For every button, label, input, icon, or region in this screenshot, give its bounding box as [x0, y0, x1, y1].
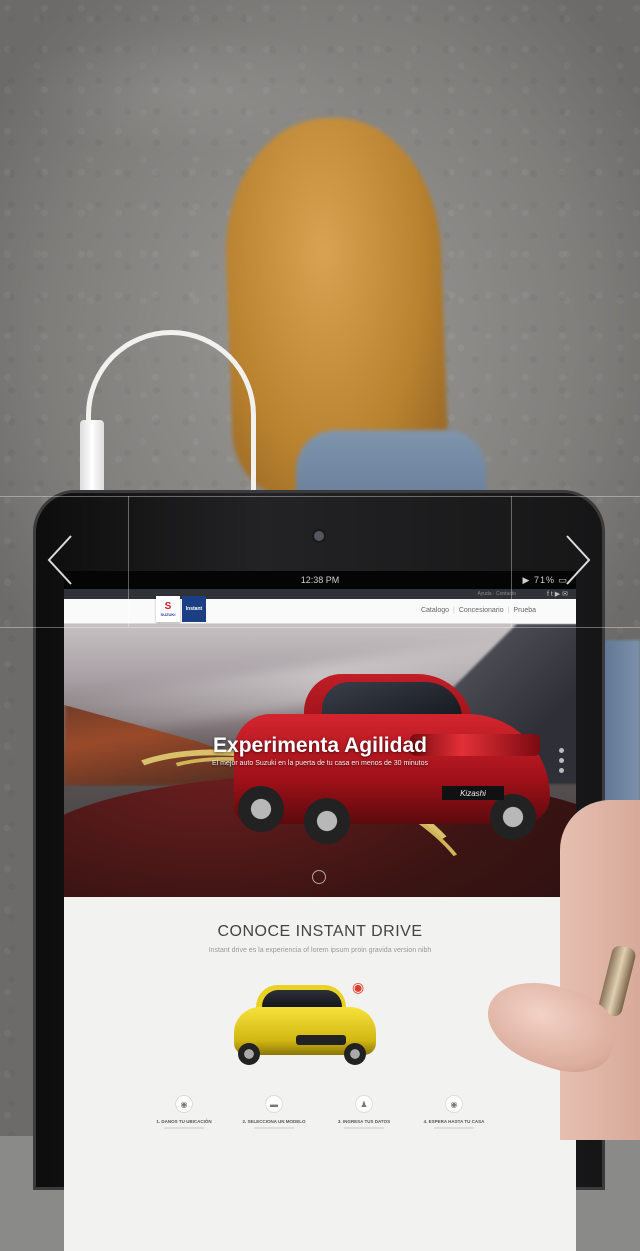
steps-row: ◉ 1. Danos tu ubicación ▬ 2. Selecciona …: [144, 1095, 494, 1129]
car-wheel: [238, 786, 284, 832]
headphone-plug: [80, 420, 104, 498]
step-label: 4. Espera hasta tu casa: [423, 1119, 485, 1124]
step-item: ♟ 3. Ingresa tus datos: [324, 1095, 404, 1129]
car-wheel: [490, 794, 536, 840]
nav-item-prueba[interactable]: Prueba: [513, 607, 536, 614]
site-top-strip: Ayuda · Contacto f t ▶ ✉: [64, 589, 576, 599]
guide-line: [511, 496, 512, 627]
status-bar: 12:38 PM ▶ 71% ▭: [64, 571, 576, 589]
guide-line: [128, 496, 129, 627]
suzuki-logo-text: SUZUKI: [160, 611, 176, 617]
nav-links: Catalogo | Concesionario | Prueba: [421, 607, 536, 614]
tablet-screen: 12:38 PM ▶ 71% ▭ Ayuda · Contacto f t ▶ …: [64, 571, 576, 1251]
guide-line: [0, 496, 640, 497]
yellow-car-image: [234, 985, 376, 1065]
section-subtitle: Instant drive es la experiencia of lorem…: [208, 947, 432, 954]
tablet-device: 12:38 PM ▶ 71% ▭ Ayuda · Contacto f t ▶ …: [33, 490, 605, 1251]
user-icon: ♟: [355, 1095, 373, 1113]
nav-separator: |: [507, 607, 510, 614]
step-item: ▬ 2. Selecciona un modelo: [234, 1095, 314, 1129]
car-plate: Kizashi: [442, 786, 504, 800]
slider-dot[interactable]: [559, 768, 564, 773]
suzuki-s-icon: S: [164, 600, 172, 612]
scroll-down-icon[interactable]: [312, 870, 326, 884]
nav-separator: |: [453, 607, 455, 614]
nav-item-concesionario[interactable]: Concesionario: [459, 607, 504, 614]
chevron-right-icon[interactable]: [558, 527, 598, 593]
step-divider: [434, 1127, 474, 1129]
car-wheel: [238, 1043, 260, 1065]
step-item: ◉ 1. Danos tu ubicación: [144, 1095, 224, 1129]
instant-logo[interactable]: Instant: [182, 596, 206, 622]
hero-title: Experimenta Agilidad: [213, 734, 427, 757]
instant-drive-section: CONOCE INSTANT DRIVE Instant drive es la…: [64, 897, 576, 1129]
section-title: CONOCE INSTANT DRIVE: [217, 923, 423, 940]
car-wheel: [304, 798, 350, 844]
slider-dot[interactable]: [559, 758, 564, 763]
hero-subtitle: El mejor auto Suzuki en la puerta de tu …: [212, 760, 428, 767]
site-navigation: S SUZUKI Instant Catalogo | Concesionari…: [64, 596, 576, 624]
slider-dot[interactable]: [559, 748, 564, 753]
step-divider: [164, 1127, 204, 1129]
front-camera: [314, 531, 324, 541]
car-wheel: [344, 1043, 366, 1065]
step-divider: [254, 1127, 294, 1129]
step-label: 1. Danos tu ubicación: [156, 1119, 212, 1124]
suzuki-logo[interactable]: S SUZUKI: [156, 596, 180, 622]
slider-dots: [559, 748, 564, 773]
status-time: 12:38 PM: [300, 575, 340, 585]
guide-line: [0, 627, 640, 628]
car-grille: [296, 1035, 346, 1045]
step-divider: [344, 1127, 384, 1129]
hero-banner: Kizashi Experimenta Agilidad El mejor au…: [64, 624, 576, 897]
chevron-left-icon[interactable]: [40, 527, 80, 593]
location-pin-icon: ◉: [175, 1095, 193, 1113]
car-icon: ▬: [265, 1095, 283, 1113]
nav-item-catalogo[interactable]: Catalogo: [421, 607, 449, 614]
location-pin-icon: ◉: [445, 1095, 463, 1113]
step-label: 2. Selecciona un modelo: [242, 1119, 306, 1124]
red-car-image: Kizashi: [234, 674, 550, 844]
step-item: ◉ 4. Espera hasta tu casa: [414, 1095, 494, 1129]
step-label: 3. Ingresa tus datos: [337, 1119, 391, 1124]
